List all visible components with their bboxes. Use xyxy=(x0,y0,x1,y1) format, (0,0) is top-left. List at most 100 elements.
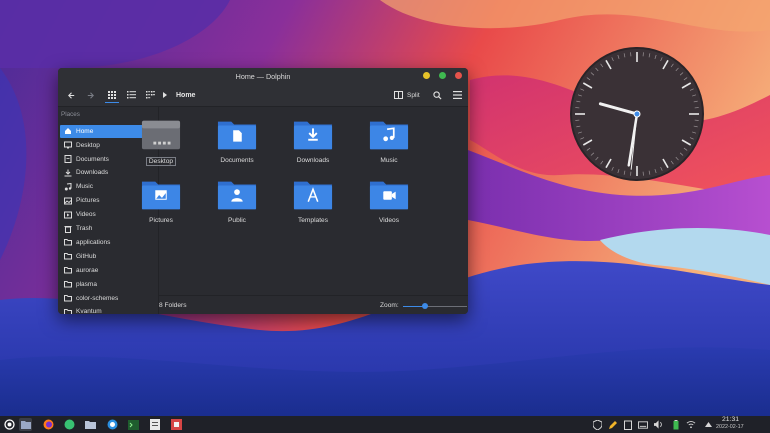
back-button[interactable] xyxy=(64,88,78,102)
details-view-button[interactable] xyxy=(124,88,138,102)
browser-icon xyxy=(107,419,118,430)
package-icon xyxy=(171,419,182,430)
dolphin-window[interactable]: Home — Dolphin Home Split Places Home De… xyxy=(58,68,468,314)
search-icon xyxy=(432,90,442,100)
sidebar-item-label: Downloads xyxy=(76,169,109,177)
keyboard-icon xyxy=(638,420,648,429)
folder-item-pictures[interactable]: Pictures xyxy=(131,178,191,234)
pen-icon xyxy=(609,420,617,429)
music-icon xyxy=(64,182,72,191)
sidebar-item-color-schemes[interactable]: color-schemes xyxy=(60,292,155,305)
public-folder-icon xyxy=(217,181,257,210)
toolbar: Home Split xyxy=(58,84,468,107)
folder-item-videos[interactable]: Videos xyxy=(359,178,419,234)
tray-clipboard[interactable] xyxy=(623,419,633,430)
forward-button[interactable] xyxy=(83,88,97,102)
terminal-icon xyxy=(128,419,139,430)
folder-label: Downloads xyxy=(296,157,330,164)
download-icon xyxy=(64,169,72,177)
taskbar-spotify[interactable] xyxy=(63,418,76,431)
compact-view-button[interactable] xyxy=(143,88,157,102)
clock-center xyxy=(633,110,641,118)
minimize-button[interactable] xyxy=(423,72,430,79)
chevron-right-icon xyxy=(162,92,167,98)
sidebar-item-applications[interactable]: applications xyxy=(60,236,155,249)
picture-icon xyxy=(64,197,72,205)
folder-label: Templates xyxy=(297,217,329,224)
folder-label: Documents xyxy=(220,157,254,164)
sidebar-item-label: Trash xyxy=(76,225,93,233)
app-launcher-button[interactable] xyxy=(3,418,16,431)
folder-item-music[interactable]: Music xyxy=(359,118,419,174)
sidebar-item-label: Kvantum xyxy=(76,308,102,314)
folder-icon xyxy=(64,252,72,260)
taskbar-firefox[interactable] xyxy=(42,418,55,431)
folder-label: Desktop xyxy=(145,157,177,166)
analog-clock-widget[interactable] xyxy=(568,45,706,183)
zoom-slider[interactable] xyxy=(403,303,467,309)
document-icon xyxy=(64,155,72,164)
volume-icon xyxy=(654,420,662,429)
tray-expand[interactable] xyxy=(703,419,713,430)
sidebar-item-aurorae[interactable]: aurorae xyxy=(60,264,155,277)
taskbar: 21:31 2022-02-17 xyxy=(0,416,770,433)
document-viewer-icon xyxy=(149,419,160,430)
zoom-slider-handle[interactable] xyxy=(422,303,429,309)
taskbar-dolphin[interactable] xyxy=(19,418,32,431)
taskbar-terminal[interactable] xyxy=(127,418,140,431)
tray-keyboard[interactable] xyxy=(638,419,648,430)
folder-icon xyxy=(85,421,96,429)
taskbar-folder[interactable] xyxy=(84,418,97,431)
documents-folder-icon xyxy=(217,121,257,150)
folder-item-downloads[interactable]: Downloads xyxy=(283,118,343,174)
search-button[interactable] xyxy=(430,88,444,102)
hamburger-menu-button[interactable] xyxy=(450,88,464,102)
titlebar[interactable]: Home — Dolphin xyxy=(58,68,468,84)
wifi-icon xyxy=(686,420,696,429)
taskbar-time[interactable]: 21:31 xyxy=(722,416,739,423)
tray-pen[interactable] xyxy=(608,419,618,430)
maximize-button[interactable] xyxy=(439,72,446,79)
breadcrumb-home[interactable]: Home xyxy=(176,92,195,99)
sidebar-item-label: aurorae xyxy=(76,266,99,274)
split-button[interactable]: Split xyxy=(394,88,420,102)
folder-item-documents[interactable]: Documents xyxy=(207,118,267,174)
details-view-icon xyxy=(126,91,136,99)
folder-icon xyxy=(64,294,72,302)
hamburger-menu-icon xyxy=(452,91,462,99)
taskbar-package-manager[interactable] xyxy=(170,418,183,431)
split-label: Split xyxy=(407,91,420,99)
sidebar-item-label: Desktop xyxy=(76,141,100,149)
firefox-icon xyxy=(43,419,54,430)
folder-item-templates[interactable]: Templates xyxy=(283,178,343,234)
tray-shield[interactable] xyxy=(592,419,602,430)
templates-folder-icon xyxy=(293,181,333,210)
sidebar-item-label: Music xyxy=(76,183,93,191)
sidebar-item-github[interactable]: GitHub xyxy=(60,250,155,263)
sidebar-item-label: applications xyxy=(76,238,111,246)
tray-volume[interactable] xyxy=(654,419,664,430)
taskbar-document-viewer[interactable] xyxy=(148,418,161,431)
sidebar-item-label: Videos xyxy=(76,211,96,219)
folder-item-desktop[interactable]: Desktop xyxy=(131,118,191,174)
spotify-icon xyxy=(64,419,75,430)
tray-battery[interactable] xyxy=(671,419,681,430)
folder-label: Pictures xyxy=(149,217,173,224)
app-launcher-icon xyxy=(4,419,15,430)
tray-wifi[interactable] xyxy=(686,419,696,430)
folder-icon xyxy=(64,308,72,314)
sidebar-item-kvantum[interactable]: Kvantum xyxy=(60,306,155,314)
arrow-right-icon xyxy=(87,91,94,99)
sidebar-item-label: Documents xyxy=(76,155,109,163)
taskbar-date[interactable]: 2022-02-17 xyxy=(716,424,744,430)
arrow-up-icon xyxy=(704,422,712,427)
icons-view-button[interactable] xyxy=(105,88,119,103)
home-icon xyxy=(64,127,72,135)
file-view[interactable]: Desktop Documents Downloads Music Pictures Pu… xyxy=(141,107,468,295)
close-button[interactable] xyxy=(455,72,462,79)
breadcrumb-expand-button[interactable] xyxy=(161,88,169,102)
folder-item-public[interactable]: Public xyxy=(207,178,267,234)
sidebar-item-plasma[interactable]: plasma xyxy=(60,278,155,291)
file-manager-icon xyxy=(20,421,31,429)
taskbar-browser[interactable] xyxy=(106,418,119,431)
